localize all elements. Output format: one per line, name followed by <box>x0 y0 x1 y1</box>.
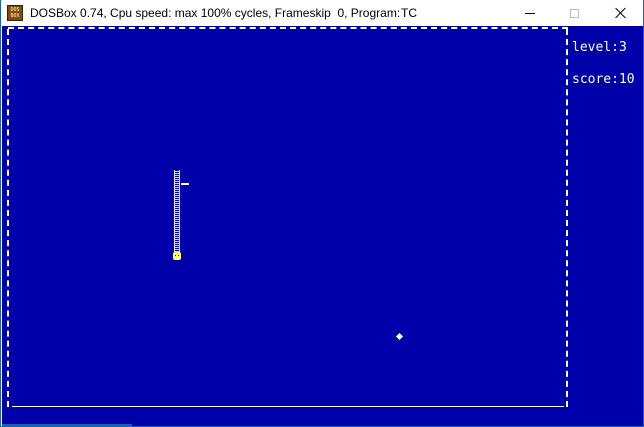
screen-bottom-edge <box>2 424 132 426</box>
window-title-program: TC <box>401 6 417 20</box>
maximize-button[interactable] <box>552 0 597 26</box>
playfield-border-bottom <box>12 406 564 407</box>
close-icon <box>615 7 627 19</box>
title-bar[interactable]: DOS BOX DOSBox 0.74, Cpu speed: max 100%… <box>1 0 643 26</box>
minimize-icon <box>524 12 535 14</box>
level-indicator: level:3 <box>572 40 627 55</box>
minimize-button[interactable] <box>507 0 552 26</box>
close-button[interactable] <box>598 0 643 26</box>
snake-tail-marker <box>181 183 189 185</box>
playfield-border-left <box>7 29 9 407</box>
maximize-icon <box>570 8 579 18</box>
dosbox-window: DOS BOX DOSBox 0.74, Cpu speed: max 100%… <box>0 0 644 427</box>
dosbox-app-icon[interactable]: DOS BOX <box>7 5 23 21</box>
snake-body <box>174 170 180 252</box>
window-title: DOSBox 0.74, Cpu speed: max 100% cycles,… <box>30 6 401 20</box>
playfield-border-right <box>566 29 568 407</box>
playfield-border-top <box>8 27 568 29</box>
food-diamond-icon <box>395 332 404 341</box>
score-indicator: score:10 <box>572 72 635 87</box>
snake-head-icon <box>173 252 181 260</box>
dos-game-screen[interactable]: level:3 score:10 <box>2 26 643 426</box>
